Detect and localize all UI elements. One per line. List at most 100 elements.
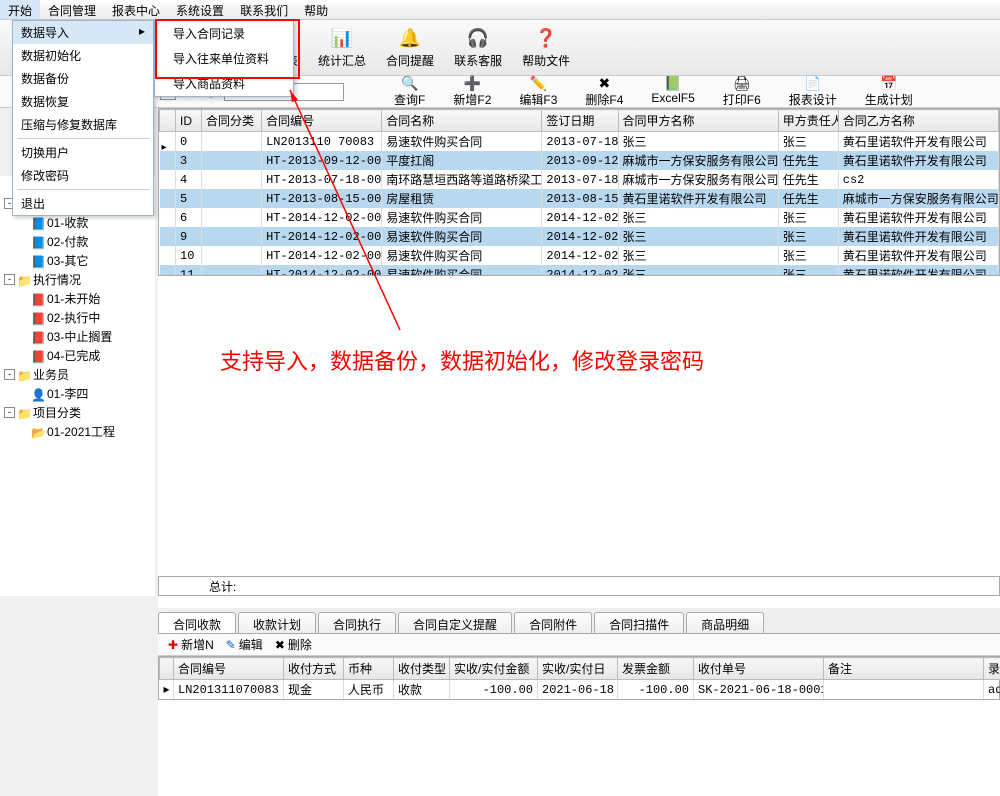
sb-编辑F3[interactable]: ✏️编辑F3	[505, 75, 571, 108]
col2-收付类型[interactable]: 收付类型	[394, 658, 450, 680]
folder-icon: 📕	[31, 331, 45, 343]
col2-[interactable]	[160, 658, 174, 680]
total-row: 总计:	[158, 576, 1000, 596]
smi-导入商品资料[interactable]: 导入商品资料	[155, 71, 293, 96]
menubar: 开始合同管理报表中心系统设置联系我们帮助	[0, 0, 1000, 20]
tree-执行情况[interactable]: -📁执行情况	[0, 270, 155, 289]
col-甲方责任人[interactable]: 甲方责任人	[778, 110, 838, 132]
col-合同甲方名称[interactable]: 合同甲方名称	[618, 110, 778, 132]
tree-03-中止搁置[interactable]: 📕03-中止搁置	[0, 327, 155, 346]
tab-商品明细[interactable]: 商品明细	[686, 612, 764, 633]
tree-02-执行中[interactable]: 📕02-执行中	[0, 308, 155, 327]
col-合同名称[interactable]: 合同名称	[382, 110, 542, 132]
tab-合同收款[interactable]: 合同收款	[158, 612, 236, 633]
新增F2-icon: ➕	[464, 75, 481, 91]
btn-编辑[interactable]: ✎编辑	[226, 636, 263, 653]
统计汇总-icon: 📊	[330, 26, 354, 50]
btn-删除[interactable]: ✖删除	[275, 636, 312, 653]
table-row[interactable]: 6HT-2014-12-02-0001易速软件购买合同2014-12-02张三张…	[160, 208, 999, 227]
col2-发票金额[interactable]: 发票金额	[618, 658, 694, 680]
col-ID[interactable]: ID	[176, 110, 202, 132]
tree-01-未开始[interactable]: 📕01-未开始	[0, 289, 155, 308]
mi-退出[interactable]: 退出	[13, 192, 153, 215]
table-row[interactable]: ▸LN201311070083现金人民币收款-100.002021-06-18-…	[160, 680, 1000, 700]
smi-导入合同记录[interactable]: 导入合同记录	[155, 21, 293, 46]
btn-新增N[interactable]: ✚新增N	[168, 636, 214, 653]
tab-收款计划[interactable]: 收款计划	[238, 612, 316, 633]
expand-icon[interactable]: -	[4, 369, 15, 380]
menu-合同管理[interactable]: 合同管理	[40, 0, 104, 19]
mi-数据备份[interactable]: 数据备份	[13, 67, 153, 90]
menu-帮助[interactable]: 帮助	[296, 0, 336, 19]
expand-icon[interactable]: -	[4, 274, 15, 285]
tree-04-已完成[interactable]: 📕04-已完成	[0, 346, 155, 365]
folder-icon: 📁	[17, 369, 31, 381]
mi-数据导入[interactable]: 数据导入▸	[13, 21, 153, 44]
contract-grid[interactable]: ID合同分类合同编号合同名称签订日期合同甲方名称甲方责任人合同乙方名称0LN20…	[158, 108, 1000, 276]
menu-系统设置[interactable]: 系统设置	[168, 0, 232, 19]
tb-联系客服[interactable]: 🎧联系客服	[444, 24, 512, 71]
folder-icon: 👤	[31, 388, 45, 400]
tab-合同附件[interactable]: 合同附件	[514, 612, 592, 633]
sb-新增F2[interactable]: ➕新增F2	[439, 75, 505, 108]
删除F4-icon: ✖	[599, 75, 611, 91]
col-合同分类[interactable]: 合同分类	[202, 110, 262, 132]
menu-开始[interactable]: 开始	[0, 0, 40, 19]
查询F-icon: 🔍	[401, 75, 418, 91]
expand-icon[interactable]: -	[4, 407, 15, 418]
col-签订日期[interactable]: 签订日期	[542, 110, 618, 132]
col-合同编号[interactable]: 合同编号	[262, 110, 382, 132]
sb-打印F6[interactable]: 🖨打印F6	[709, 75, 775, 108]
table-row[interactable]: 4HT-2013-07-18-0001南环路慧垣西路等道路桥梁工程2013-07…	[160, 170, 999, 189]
table-row[interactable]: 11HT-2014-12-02-0006易速软件购买合同2014-12-02张三…	[160, 265, 999, 276]
tab-合同执行[interactable]: 合同执行	[318, 612, 396, 633]
tree-01-2021工程[interactable]: 📂01-2021工程	[0, 422, 155, 441]
col2-录入人[interactable]: 录入人	[984, 658, 1000, 680]
sb-查询F[interactable]: 🔍查询F	[380, 75, 439, 108]
table-row[interactable]: 5HT-2013-08-15-0001房屋租赁2013-08-15黄石里诺软件开…	[160, 189, 999, 208]
tb-统计汇总[interactable]: 📊统计汇总	[308, 24, 376, 71]
tab-合同自定义提醒[interactable]: 合同自定义提醒	[398, 612, 512, 633]
col2-币种[interactable]: 币种	[344, 658, 394, 680]
tree-业务员[interactable]: -📁业务员	[0, 365, 155, 384]
tree-02-付款[interactable]: 📘02-付款	[0, 232, 155, 251]
mi-数据初始化[interactable]: 数据初始化	[13, 44, 153, 67]
tree-03-其它[interactable]: 📘03-其它	[0, 251, 155, 270]
tb-帮助文件[interactable]: ❓帮助文件	[512, 24, 580, 71]
col-合同乙方名称[interactable]: 合同乙方名称	[838, 110, 998, 132]
帮助文件-icon: ❓	[534, 26, 558, 50]
col2-实收/实付金额[interactable]: 实收/实付金额	[450, 658, 538, 680]
mi-切换用户[interactable]: 切换用户	[13, 141, 153, 164]
tree-项目分类[interactable]: -📁项目分类	[0, 403, 155, 422]
menu-报表中心[interactable]: 报表中心	[104, 0, 168, 19]
smi-导入往来单位资料[interactable]: 导入往来单位资料	[155, 46, 293, 71]
mi-数据恢复[interactable]: 数据恢复	[13, 90, 153, 113]
payment-grid[interactable]: 合同编号收付方式币种收付类型实收/实付金额实收/实付日发票金额收付单号备注录入人…	[158, 656, 1000, 700]
tab-合同扫描件[interactable]: 合同扫描件	[594, 612, 684, 633]
col2-收付方式[interactable]: 收付方式	[284, 658, 344, 680]
tb-合同提醒[interactable]: 🔔合同提醒	[376, 24, 444, 71]
table-row[interactable]: 10HT-2014-12-02-0005易速软件购买合同2014-12-02张三…	[160, 246, 999, 265]
col2-备注[interactable]: 备注	[824, 658, 984, 680]
sb-ExcelF5[interactable]: 📗ExcelF5	[637, 75, 708, 108]
col-[interactable]	[160, 110, 176, 132]
报表设计-icon: 📄	[804, 75, 821, 91]
nav-tree[interactable]: 1-2021-📁收付类型📘01-收款📘02-付款📘03-其它-📁执行情况📕01-…	[0, 176, 155, 596]
tree-01-李四[interactable]: 👤01-李四	[0, 384, 155, 403]
删除-icon: ✖	[275, 638, 285, 652]
col2-合同编号[interactable]: 合同编号	[174, 658, 284, 680]
folder-icon: 📘	[31, 217, 45, 229]
col2-实收/实付日[interactable]: 实收/实付日	[538, 658, 618, 680]
menu-联系我们[interactable]: 联系我们	[232, 0, 296, 19]
table-row[interactable]: 0LN2013110 70083易速软件购买合同2013-07-18张三张三黄石…	[160, 132, 999, 152]
table-row[interactable]: 3HT-2013-09-12-0001平度扛阁2013-09-12麻城市一方保安…	[160, 151, 999, 170]
mi-修改密码[interactable]: 修改密码	[13, 164, 153, 187]
col2-收付单号[interactable]: 收付单号	[694, 658, 824, 680]
sb-删除F4[interactable]: ✖删除F4	[571, 75, 637, 108]
table-row[interactable]: 9HT-2014-12-02-0004易速软件购买合同2014-12-02张三张…	[160, 227, 999, 246]
编辑F3-icon: ✏️	[530, 75, 547, 91]
mi-压缩与修复数据库[interactable]: 压缩与修复数据库	[13, 113, 153, 136]
sb-生成计划[interactable]: 📅生成计划	[851, 75, 927, 108]
sb-报表设计[interactable]: 📄报表设计	[775, 75, 851, 108]
生成计划-icon: 📅	[880, 75, 897, 91]
